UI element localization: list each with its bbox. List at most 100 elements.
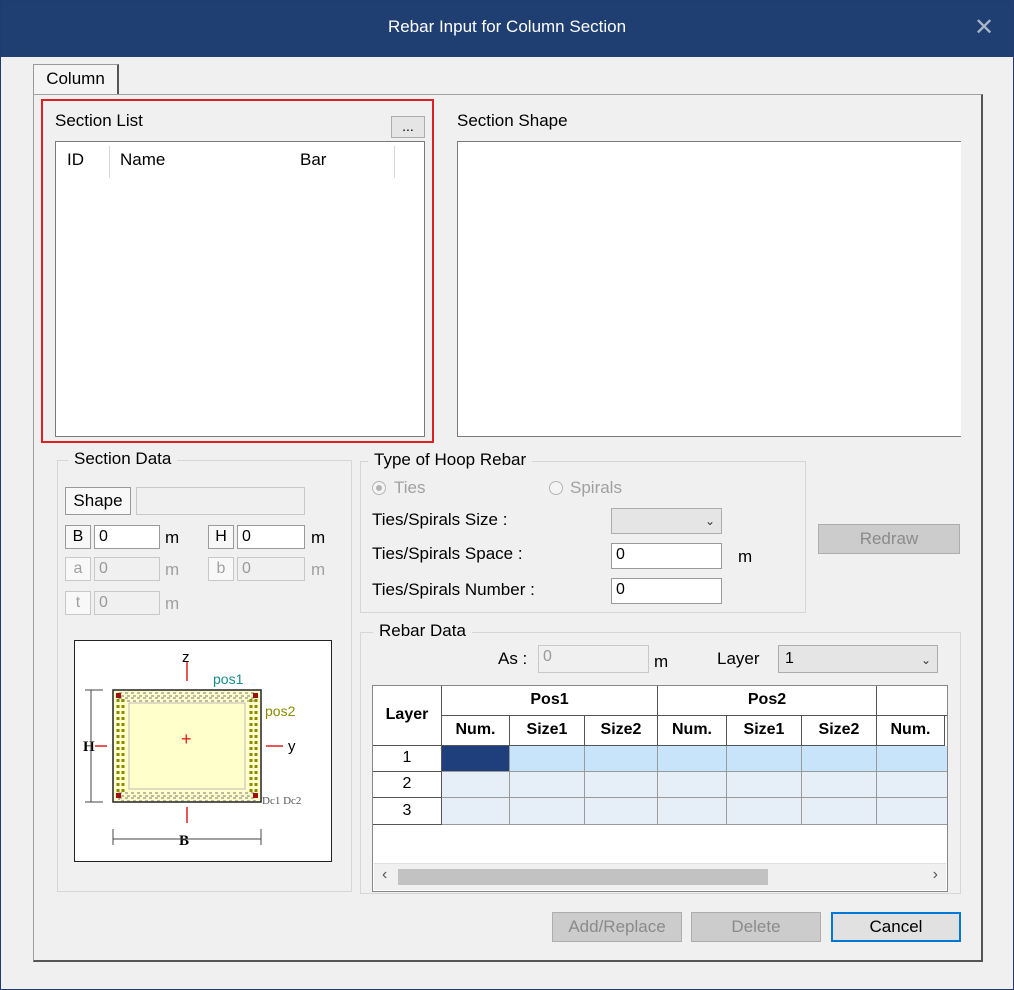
table-subheader[interactable]: Num. xyxy=(442,716,510,746)
ties-number-label: Ties/Spirals Number : xyxy=(372,580,535,599)
window-title: Rebar Input for Column Section xyxy=(387,17,627,36)
as-field[interactable]: 0 xyxy=(538,645,649,673)
b-lower-field[interactable]: 0 xyxy=(237,557,305,581)
y-axis-label: y xyxy=(288,738,296,755)
section-data-title: Section Data xyxy=(68,449,178,469)
t-field[interactable]: 0 xyxy=(94,591,160,615)
h-upper-label: H xyxy=(208,525,234,549)
chevron-down-icon: ⌄ xyxy=(920,653,931,667)
table-cell[interactable] xyxy=(442,798,510,825)
table-header-pos1[interactable]: Pos1 xyxy=(442,686,658,716)
section-shape-canvas xyxy=(457,141,961,437)
b-upper-label: B xyxy=(65,525,91,549)
table-cell[interactable] xyxy=(727,772,802,798)
shape-label: Shape xyxy=(65,487,131,515)
h-upper-unit: m xyxy=(311,528,326,547)
layer-value: 1 xyxy=(785,650,794,667)
b-lower-unit: m xyxy=(311,560,326,579)
table-subheader[interactable]: Size2 xyxy=(802,716,877,746)
table-header-pos2[interactable]: Pos2 xyxy=(658,686,877,716)
a-unit: m xyxy=(165,560,180,579)
delete-button[interactable]: Delete xyxy=(691,912,821,942)
b-upper-field[interactable]: 0 xyxy=(94,525,160,549)
scroll-right-icon[interactable]: › xyxy=(933,866,938,884)
ties-radio[interactable] xyxy=(372,481,386,495)
table-cell[interactable] xyxy=(658,798,727,825)
table-cell[interactable] xyxy=(802,746,877,772)
table-cell[interactable] xyxy=(727,746,802,772)
ties-space-field[interactable]: 0 xyxy=(611,543,722,569)
section-list-title: Section List xyxy=(55,111,143,130)
column-separator xyxy=(109,146,110,178)
table-subheader[interactable]: Size2 xyxy=(585,716,658,746)
cancel-button[interactable]: Cancel xyxy=(831,912,961,942)
ties-size-select[interactable]: ⌄ xyxy=(611,508,722,534)
table-subheader[interactable]: Size1 xyxy=(510,716,585,746)
h-dim-label: H xyxy=(83,739,95,755)
table-cell[interactable] xyxy=(802,772,877,798)
a-field[interactable]: 0 xyxy=(94,557,160,581)
h-upper-field[interactable]: 0 xyxy=(237,525,305,549)
shape-field[interactable] xyxy=(136,487,305,515)
table-cell[interactable] xyxy=(802,798,877,825)
table-cell[interactable] xyxy=(658,746,727,772)
hoop-title: Type of Hoop Rebar xyxy=(368,450,533,470)
table-cell[interactable] xyxy=(877,746,947,772)
column-header-bar[interactable]: Bar xyxy=(300,150,326,170)
horizontal-scrollbar[interactable]: ‹ › xyxy=(374,863,946,890)
ties-space-label: Ties/Spirals Space : xyxy=(372,544,523,563)
dialog-window: Rebar Input for Column Section ✕ Column … xyxy=(0,0,1014,990)
table-row-header[interactable]: 1 xyxy=(373,746,442,772)
rebar-table[interactable]: Layer Pos1 Pos2 Num. Size1 Size2 Num. Si… xyxy=(372,685,948,892)
section-shape-title: Section Shape xyxy=(457,111,568,130)
b-lower-label: b xyxy=(208,557,234,581)
table-cell[interactable] xyxy=(727,798,802,825)
column-header-name[interactable]: Name xyxy=(120,150,165,170)
layer-select[interactable]: 1 ⌄ xyxy=(778,645,938,673)
table-subheader[interactable]: Num. xyxy=(658,716,727,746)
spirals-radio[interactable] xyxy=(549,481,563,495)
table-cell[interactable] xyxy=(585,772,658,798)
pos1-label: pos1 xyxy=(213,671,244,687)
scroll-left-icon[interactable]: ‹ xyxy=(382,866,387,884)
table-cell[interactable] xyxy=(877,772,947,798)
as-label: As : xyxy=(498,649,528,668)
t-label: t xyxy=(65,591,91,615)
table-cell[interactable] xyxy=(510,772,585,798)
table-header-pos3[interactable] xyxy=(877,686,947,716)
column-separator xyxy=(394,146,395,178)
table-cell[interactable] xyxy=(585,746,658,772)
ties-space-unit: m xyxy=(738,547,753,566)
dc-label: Dc1 Dc2 xyxy=(262,795,301,807)
b-upper-unit: m xyxy=(165,528,180,547)
table-cell[interactable] xyxy=(510,798,585,825)
as-unit: m xyxy=(654,652,669,671)
column-header-id[interactable]: ID xyxy=(67,150,84,170)
add-replace-button[interactable]: Add/Replace xyxy=(552,912,682,942)
table-cell[interactable] xyxy=(442,772,510,798)
close-icon[interactable]: ✕ xyxy=(969,13,999,43)
table-cell[interactable] xyxy=(877,798,947,825)
a-label: a xyxy=(65,557,91,581)
table-cell[interactable] xyxy=(585,798,658,825)
t-unit: m xyxy=(165,594,180,613)
rebar-diagram-svg: + z y pos1 pos2 H B Dc1 Dc2 xyxy=(83,649,301,849)
table-subheader[interactable]: Num. xyxy=(877,716,945,746)
section-list-more-button[interactable]: ... xyxy=(391,116,425,138)
ties-label: Ties xyxy=(394,478,426,497)
table-cell-selected[interactable] xyxy=(442,746,510,772)
layer-label: Layer xyxy=(717,649,760,668)
table-subheader[interactable]: Size1 xyxy=(727,716,802,746)
tab-column[interactable]: Column xyxy=(33,64,119,94)
table-row-header[interactable]: 3 xyxy=(373,798,442,825)
title-bar[interactable]: Rebar Input for Column Section ✕ xyxy=(1,1,1013,57)
redraw-button[interactable]: Redraw xyxy=(818,524,960,554)
pos2-label: pos2 xyxy=(265,703,296,719)
table-cell[interactable] xyxy=(658,772,727,798)
table-row-header[interactable]: 2 xyxy=(373,772,442,798)
scroll-thumb[interactable] xyxy=(398,869,768,885)
ties-number-field[interactable]: 0 xyxy=(611,578,722,604)
section-list-box[interactable]: ID Name Bar xyxy=(55,141,425,437)
table-header-layer[interactable]: Layer xyxy=(373,686,442,746)
table-cell[interactable] xyxy=(510,746,585,772)
